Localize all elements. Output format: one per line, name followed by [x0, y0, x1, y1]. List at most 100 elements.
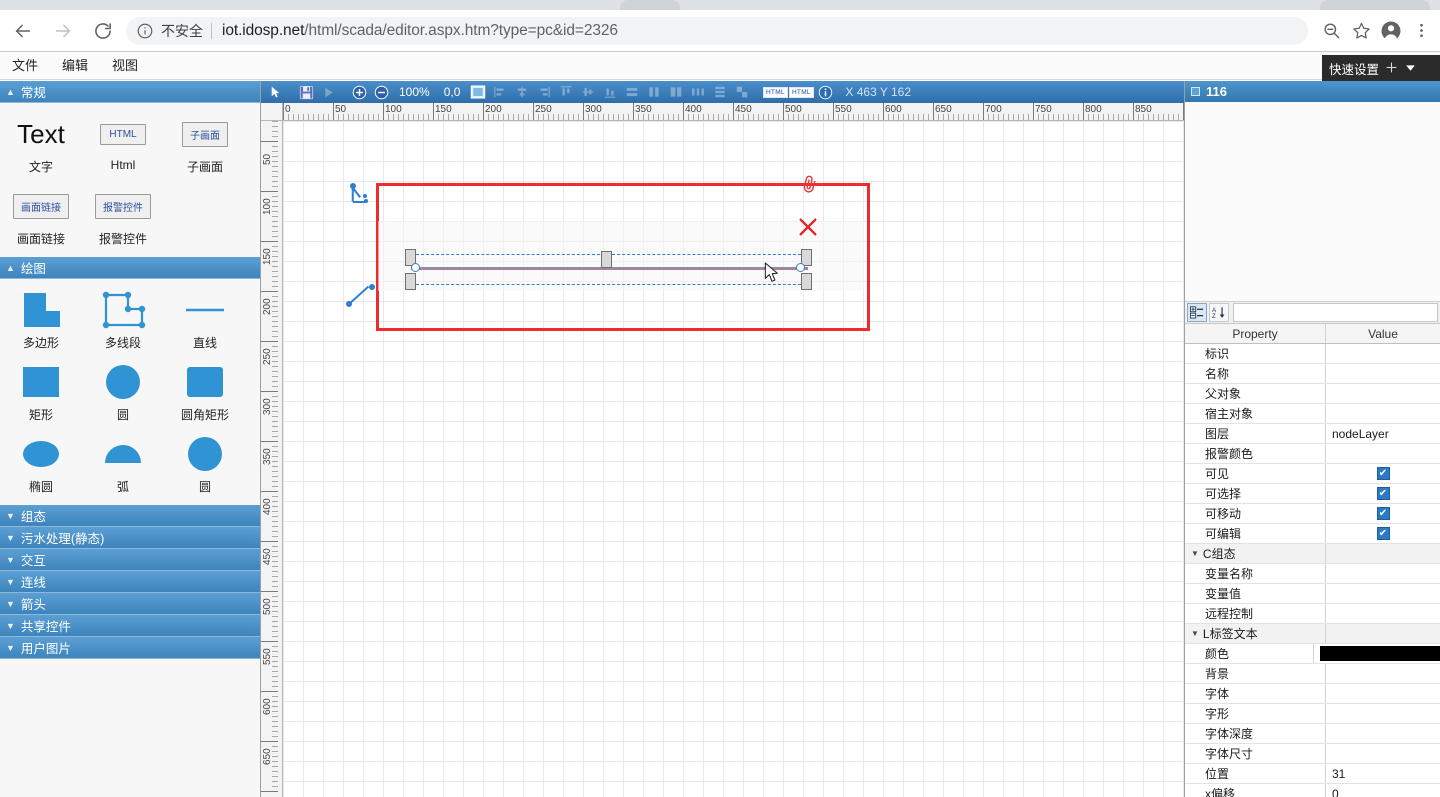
- chevron-down-icon[interactable]: [1404, 61, 1417, 77]
- align-left-icon[interactable]: [490, 83, 510, 101]
- palette-group-arrow[interactable]: ▼ 箭头: [0, 593, 260, 615]
- property-row[interactable]: 远程控制: [1185, 604, 1440, 624]
- property-row[interactable]: 图层nodeLayer: [1185, 424, 1440, 444]
- property-value[interactable]: ✔: [1326, 524, 1440, 543]
- browser-tab[interactable]: [620, 0, 680, 10]
- anchor-point-icon[interactable]: [346, 301, 352, 307]
- object-tree-area[interactable]: [1185, 102, 1440, 302]
- resize-handle[interactable]: [601, 251, 612, 268]
- palette-group-shared-controls[interactable]: ▼ 共享控件: [0, 615, 260, 637]
- property-value[interactable]: [1326, 444, 1440, 463]
- property-value[interactable]: [1326, 724, 1440, 743]
- property-row[interactable]: 字体尺寸: [1185, 744, 1440, 764]
- zoom-out-icon[interactable]: [1316, 16, 1346, 46]
- property-row[interactable]: 背景: [1185, 664, 1440, 684]
- menu-item-view[interactable]: 视图: [100, 52, 150, 79]
- property-value[interactable]: [1326, 384, 1440, 403]
- star-icon[interactable]: [1346, 16, 1376, 46]
- palette-item-line[interactable]: 直线: [164, 285, 246, 357]
- property-row[interactable]: 宿主对象: [1185, 404, 1440, 424]
- line-endpoint-left[interactable]: [411, 263, 420, 272]
- group-icon[interactable]: [732, 83, 752, 101]
- palette-item-ellipse[interactable]: 椭圆: [0, 429, 82, 501]
- property-row[interactable]: 可选择✔: [1185, 484, 1440, 504]
- html-export-icon[interactable]: HTML: [763, 83, 787, 101]
- palette-item-circle[interactable]: 圆: [82, 357, 164, 429]
- checkbox-checked[interactable]: ✔: [1377, 527, 1390, 540]
- zoom-in-plus-icon[interactable]: [349, 83, 369, 101]
- property-row[interactable]: 标识: [1185, 344, 1440, 364]
- resize-handle[interactable]: [405, 273, 416, 290]
- property-row[interactable]: 可移动✔: [1185, 504, 1440, 524]
- property-value[interactable]: [1314, 644, 1440, 663]
- three-dot-menu-icon[interactable]: [1406, 16, 1436, 46]
- move-cross-icon[interactable]: [1385, 61, 1398, 77]
- save-disk-icon[interactable]: [296, 83, 316, 101]
- palette-group-interaction[interactable]: ▼ 交互: [0, 549, 260, 571]
- palette-group-drawing[interactable]: ▲ 绘图: [0, 257, 260, 279]
- palette-group-general[interactable]: ▲ 常规: [0, 81, 260, 103]
- palette-item-html[interactable]: HTML Html: [82, 109, 164, 181]
- menu-item-file[interactable]: 文件: [0, 52, 50, 79]
- property-row[interactable]: 颜色: [1185, 644, 1440, 664]
- distribute-v-icon[interactable]: [710, 83, 730, 101]
- anchor-point-icon[interactable]: [369, 284, 375, 290]
- property-value[interactable]: nodeLayer: [1326, 424, 1440, 443]
- anchor-point-icon[interactable]: [364, 199, 368, 203]
- palette-item-rounded-rect[interactable]: 圆角矩形: [164, 357, 246, 429]
- align-top-icon[interactable]: [556, 83, 576, 101]
- caret-down-icon[interactable]: ▼: [1191, 549, 1199, 558]
- categorized-view-icon[interactable]: [1187, 303, 1207, 322]
- property-value[interactable]: [1326, 584, 1440, 603]
- palette-group-sewage[interactable]: ▼ 污水处理(静态): [0, 527, 260, 549]
- fit-screen-icon[interactable]: [468, 83, 488, 101]
- palette-item-alarm-control[interactable]: 报警控件 报警控件: [82, 181, 164, 253]
- menu-item-edit[interactable]: 编辑: [50, 52, 100, 79]
- property-row[interactable]: x偏移0: [1185, 784, 1440, 797]
- zoom-out-minus-icon[interactable]: [371, 83, 391, 101]
- quick-settings-bar[interactable]: 快速设置: [1322, 55, 1440, 82]
- align-middle-v-icon[interactable]: [578, 83, 598, 101]
- red-x-delete-icon[interactable]: [797, 216, 819, 242]
- browser-tab-secondary[interactable]: [1320, 0, 1430, 10]
- property-row[interactable]: 可见✔: [1185, 464, 1440, 484]
- palette-item-arc[interactable]: 弧: [82, 429, 164, 501]
- property-value[interactable]: [1326, 684, 1440, 703]
- design-canvas[interactable]: [283, 121, 1184, 797]
- caret-down-icon[interactable]: ▼: [1191, 629, 1199, 638]
- property-row[interactable]: ▼L标签文本: [1185, 624, 1440, 644]
- property-row[interactable]: 位置31: [1185, 764, 1440, 784]
- property-row[interactable]: 字体: [1185, 684, 1440, 704]
- property-filter-field[interactable]: [1233, 303, 1438, 322]
- back-arrow-icon[interactable]: [6, 14, 40, 48]
- property-row[interactable]: 变量值: [1185, 584, 1440, 604]
- palette-item-polyline[interactable]: 多线段: [82, 285, 164, 357]
- play-run-icon[interactable]: [318, 83, 338, 101]
- html-import-icon[interactable]: HTML: [789, 83, 813, 101]
- account-icon[interactable]: [1376, 16, 1406, 46]
- palette-item-text[interactable]: Text 文字: [0, 109, 82, 181]
- property-row[interactable]: ▼C组态: [1185, 544, 1440, 564]
- property-value[interactable]: [1326, 704, 1440, 723]
- palette-group-configuration[interactable]: ▼ 组态: [0, 505, 260, 527]
- property-row[interactable]: 报警颜色: [1185, 444, 1440, 464]
- property-value[interactable]: [1326, 544, 1440, 563]
- distribute-h-icon[interactable]: [688, 83, 708, 101]
- info-circle-icon[interactable]: [815, 83, 835, 101]
- reload-icon[interactable]: [86, 14, 120, 48]
- property-row[interactable]: 名称: [1185, 364, 1440, 384]
- align-center-h-icon[interactable]: [512, 83, 532, 101]
- align-bottom-icon[interactable]: [600, 83, 620, 101]
- property-value[interactable]: 0: [1326, 784, 1440, 797]
- property-value[interactable]: ✔: [1326, 464, 1440, 483]
- info-circle-icon[interactable]: [136, 22, 154, 40]
- same-size-icon[interactable]: [666, 83, 686, 101]
- property-value[interactable]: [1326, 344, 1440, 363]
- palette-item-polygon[interactable]: 多边形: [0, 285, 82, 357]
- property-value[interactable]: [1326, 564, 1440, 583]
- alphabetical-sort-icon[interactable]: AZ: [1209, 303, 1229, 322]
- anchor-point-icon[interactable]: [363, 194, 367, 198]
- align-right-icon[interactable]: [534, 83, 554, 101]
- palette-item-rectangle[interactable]: 矩形: [0, 357, 82, 429]
- property-value[interactable]: 31: [1326, 764, 1440, 783]
